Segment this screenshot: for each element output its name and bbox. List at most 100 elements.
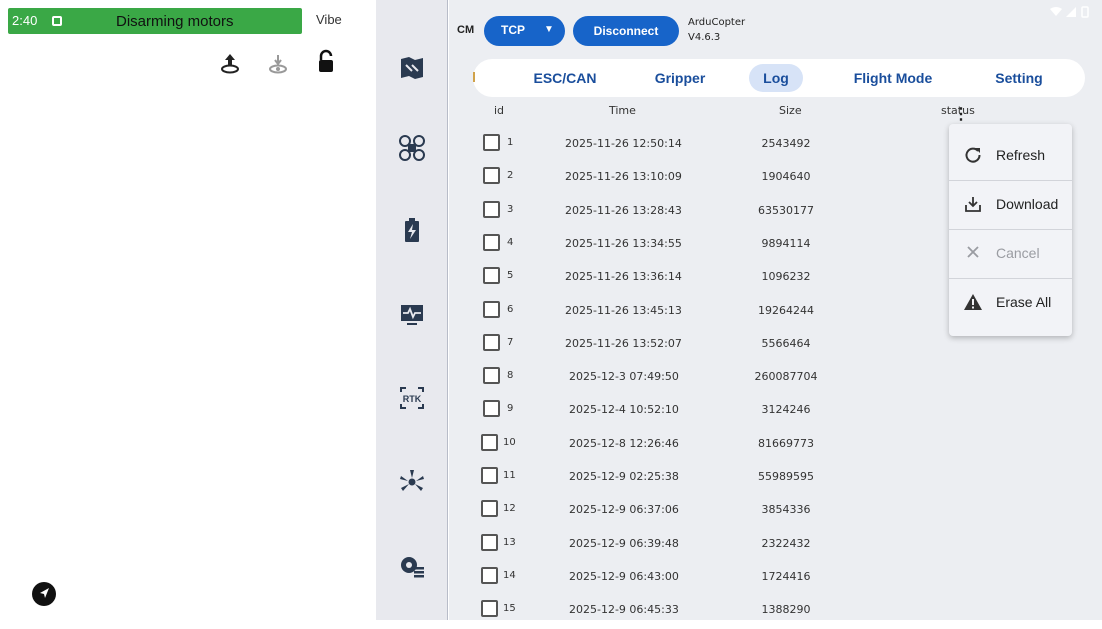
row-checkbox[interactable] [483,367,500,384]
row-checkbox[interactable] [481,434,498,451]
download-icon [963,195,983,215]
cell-size: 260087704 [754,370,818,383]
settings-list-icon[interactable] [394,548,430,584]
row-checkbox[interactable] [481,500,498,517]
cell-size: 9894114 [761,237,811,250]
cell-time: 2025-12-9 02:25:38 [569,470,679,483]
cell-size: 1904640 [761,170,811,183]
cell-size: 2322432 [761,537,811,550]
row-checkbox[interactable] [481,567,498,584]
cell-time: 2025-12-3 07:49:50 [569,370,679,383]
cell-id: 5 [507,270,514,281]
cell-id: 15 [503,603,516,614]
vibe-label: Vibe [316,12,342,27]
upload-arrow-icon[interactable] [216,50,244,78]
monitor-pulse-icon[interactable] [394,296,430,332]
rtk-icon[interactable]: RTK [394,380,430,416]
battery-icon[interactable] [394,212,430,248]
row-checkbox[interactable] [483,267,500,284]
table-row: 9 2025-12-4 10:52:10 3124246 [449,396,1102,429]
cell-id: 2 [507,170,514,181]
table-row: 10 2025-12-8 12:26:46 81669773 [449,430,1102,463]
menu-item-refresh[interactable]: Refresh [949,132,1072,181]
cell-id: 13 [503,537,516,548]
status-banner: 2:40 Disarming motors [8,8,302,34]
cell-id: 6 [507,304,514,315]
table-row: 12 2025-12-9 06:37:06 3854336 [449,496,1102,529]
cell-size: 3124246 [761,403,811,416]
unlock-icon[interactable] [312,48,340,76]
cell-time: 2025-11-26 12:50:14 [565,137,682,150]
cell-size: 81669773 [758,437,814,450]
cell-id: 4 [507,237,514,248]
row-checkbox[interactable] [481,534,498,551]
status-message: Disarming motors [116,13,234,30]
cell-time: 2025-12-8 12:26:46 [569,437,679,450]
cell-time: 2025-12-9 06:39:48 [569,537,679,550]
table-row: 13 2025-12-9 06:39:48 2322432 [449,530,1102,563]
cell-size: 19264244 [758,304,814,317]
cell-id: 3 [507,204,514,215]
cell-id: 7 [507,337,514,348]
row-checkbox[interactable] [483,167,500,184]
cell-time: 2025-12-4 10:52:10 [569,403,679,416]
cell-time: 2025-11-26 13:34:55 [565,237,682,250]
cell-id: 12 [503,503,516,514]
cell-id: 10 [503,437,516,448]
cell-id: 14 [503,570,516,581]
cell-size: 55989595 [758,470,814,483]
cell-time: 2025-11-26 13:36:14 [565,270,682,283]
cell-size: 5566464 [761,337,811,350]
row-checkbox[interactable] [483,400,500,417]
cell-time: 2025-12-9 06:43:00 [569,570,679,583]
table-row: 8 2025-12-3 07:49:50 260087704 [449,363,1102,396]
menu-label-refresh: Refresh [996,147,1046,163]
propeller-icon[interactable] [394,464,430,500]
row-checkbox[interactable] [483,334,500,351]
cell-size: 1724416 [761,570,811,583]
row-checkbox[interactable] [483,201,500,218]
cell-time: 2025-11-26 13:52:07 [565,337,682,350]
map-pane: 2:40 Disarming motors Vibe [0,0,376,620]
cell-size: 1096232 [761,270,811,283]
row-checkbox[interactable] [483,234,500,251]
svg-text:RTK: RTK [403,394,422,404]
warning-icon [963,293,983,313]
row-checkbox[interactable] [481,600,498,617]
drone-icon[interactable] [394,130,430,166]
row-checkbox[interactable] [483,134,500,151]
notification-icon [52,16,62,26]
map-grid-icon[interactable] [394,50,430,86]
close-icon [963,244,983,264]
cell-id: 8 [507,370,514,381]
navigate-icon[interactable] [30,580,58,608]
menu-item-cancel[interactable]: Cancel [949,230,1072,279]
menu-item-download[interactable]: Download [949,181,1072,230]
clock: 2:40 [12,13,38,28]
drone-ghost-icon[interactable] [264,50,292,78]
row-checkbox[interactable] [481,467,498,484]
cell-size: 1388290 [761,603,811,616]
cell-time: 2025-12-9 06:45:33 [569,603,679,616]
table-row: 11 2025-12-9 02:25:38 55989595 [449,463,1102,496]
cell-id: 1 [507,137,514,148]
menu-label-cancel: Cancel [996,245,1040,261]
cell-size: 63530177 [758,204,814,217]
cell-time: 2025-12-9 06:37:06 [569,503,679,516]
refresh-icon [963,146,983,166]
row-checkbox[interactable] [483,301,500,318]
cell-time: 2025-11-26 13:45:13 [565,304,682,317]
table-row: 14 2025-12-9 06:43:00 1724416 [449,563,1102,596]
cell-size: 3854336 [761,503,811,516]
cell-id: 9 [507,403,514,414]
menu-label-erase-all: Erase All [996,294,1052,310]
cell-size: 2543492 [761,137,811,150]
cell-id: 11 [503,470,516,481]
cell-time: 2025-11-26 13:10:09 [565,170,682,183]
menu-item-erase-all[interactable]: Erase All [949,279,1072,328]
table-row: 15 2025-12-9 06:45:33 1388290 [449,596,1102,629]
options-menu: Refresh Download Cancel Erase All [949,124,1072,336]
sidebar: RTK [376,0,448,620]
log-panel: CM TCP ▼ Disconnect ArduCopter V4.6.3 ES… [449,0,1102,620]
cell-time: 2025-11-26 13:28:43 [565,204,682,217]
